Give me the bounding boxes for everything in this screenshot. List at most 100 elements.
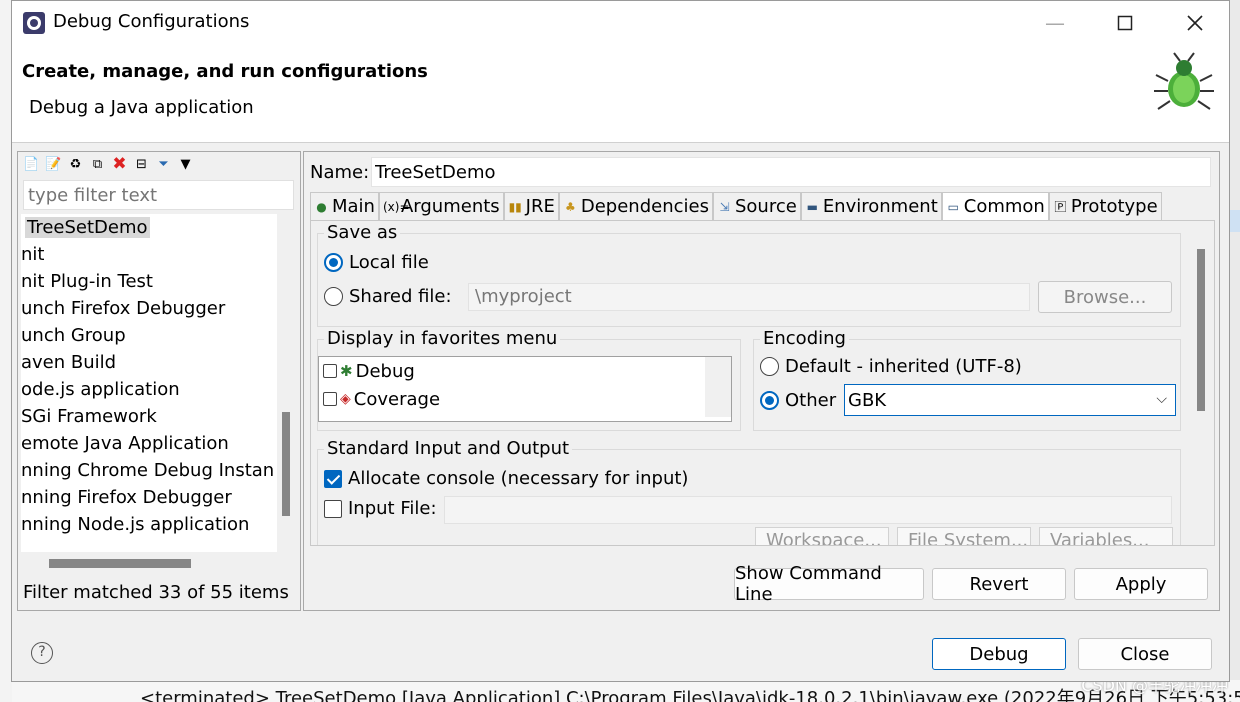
window-title: Debug Configurations (53, 11, 250, 32)
stdio-title: Standard Input and Output (324, 438, 573, 459)
console-terminated-line: <terminated> TreeSetDemo [Java Applicati… (140, 688, 1240, 702)
config-name-input[interactable] (371, 157, 1211, 187)
tree-item[interactable]: emote Java Application (21, 430, 277, 457)
workspace-button-cut[interactable]: Workspace... (755, 527, 889, 545)
favorite-coverage-checkbox[interactable] (323, 392, 337, 406)
encoding-group: Encoding Default - inherited (UTF-8) Oth… (753, 328, 1181, 431)
close-icon[interactable] (1172, 7, 1218, 39)
encoding-default-radio[interactable]: Default - inherited (UTF-8) (760, 356, 1022, 377)
encoding-select[interactable]: GBK ⌵ (844, 384, 1176, 416)
tab-arguments[interactable]: (x)= Arguments (378, 192, 504, 220)
encoding-other-radio-dot[interactable] (760, 391, 779, 410)
apply-button[interactable]: Apply (1074, 568, 1208, 600)
encoding-other-radio[interactable]: Other (760, 390, 836, 411)
launch-config-tree-panel: 📄 📝 ♻ ⧉ ✖ ⊟ ⏷ ▼ TreeSetDemo nit nit Plug… (17, 151, 301, 611)
tree-item[interactable]: nning Chrome Debug Instan (21, 457, 277, 484)
collapse-all-icon[interactable]: ⊟ (132, 155, 151, 173)
favorites-title: Display in favorites menu (324, 328, 561, 349)
help-icon[interactable]: ? (31, 642, 53, 664)
shared-file-path: \myproject (468, 283, 1030, 311)
favorites-scrollbar[interactable] (705, 357, 731, 417)
filter-icon[interactable]: ⏷ (154, 155, 173, 173)
new-prototype-icon[interactable]: 📝 (44, 155, 63, 173)
input-file-label: Input File: (348, 498, 437, 519)
tree-item-treesetdemo[interactable]: TreeSetDemo (21, 214, 277, 241)
jre-icon: ▮▮ (508, 199, 522, 214)
variables-button-cut[interactable]: Variables... (1039, 527, 1173, 545)
favorites-list: ✱ Debug ◈ Coverage (318, 356, 732, 422)
common-icon: ▭ (947, 199, 959, 214)
tree-item[interactable]: unch Group (21, 322, 277, 349)
encoding-other-label: Other (785, 390, 837, 411)
local-file-radio-dot[interactable] (324, 253, 343, 272)
local-file-radio[interactable]: Local file (324, 252, 429, 273)
maximize-icon[interactable] (1102, 7, 1148, 39)
tree-item[interactable]: ode.js application (21, 376, 277, 403)
browse-button[interactable]: Browse... (1038, 281, 1172, 313)
source-icon: ⇲ (719, 199, 730, 214)
encoding-select-value: GBK (848, 389, 887, 411)
dependencies-icon: ♣ (564, 199, 576, 214)
tree-item[interactable]: aven Build (21, 349, 277, 376)
file-system-button-cut[interactable]: File System... (897, 527, 1031, 545)
save-as-group: Save as Local file Shared file: \myproje… (317, 222, 1181, 327)
tab-main[interactable]: ● Main (310, 192, 379, 220)
favorite-debug-label: Debug (355, 360, 415, 382)
dialog-header: Create, manage, and run configurations D… (12, 45, 1229, 143)
coverage-icon: ◈ (340, 391, 351, 407)
export-icon[interactable]: ♻ (66, 155, 85, 173)
favorite-coverage[interactable]: ◈ Coverage (319, 385, 731, 413)
new-config-icon[interactable]: 📄 (22, 155, 41, 173)
tree-item[interactable]: nning Node.js application (21, 511, 277, 538)
tab-prototype[interactable]: 🄿 Prototype (1048, 192, 1162, 220)
save-as-title: Save as (324, 222, 401, 243)
favorite-debug[interactable]: ✱ Debug (319, 357, 731, 385)
filter-status: Filter matched 33 of 55 items (23, 582, 289, 603)
debug-button[interactable]: Debug (932, 638, 1066, 670)
tree-item[interactable]: nit Plug-in Test (21, 268, 277, 295)
duplicate-icon[interactable]: ⧉ (88, 155, 107, 173)
tree-item[interactable]: unch Firefox Debugger (21, 295, 277, 322)
local-file-label: Local file (349, 252, 429, 273)
debug-bug-small-icon: ✱ (340, 362, 353, 380)
shared-file-radio[interactable]: Shared file: (324, 286, 452, 307)
tab-dependencies[interactable]: ♣ Dependencies (558, 192, 713, 220)
tab-jre[interactable]: ▮▮ JRE (503, 192, 559, 220)
header-subtitle: Debug a Java application (29, 97, 254, 118)
favorite-debug-checkbox[interactable] (323, 364, 337, 378)
revert-button[interactable]: Revert (932, 568, 1066, 600)
tree-item[interactable]: SGi Framework (21, 403, 277, 430)
allocate-console-checkbox[interactable] (324, 469, 342, 488)
view-menu-icon[interactable]: ▼ (176, 155, 195, 173)
tree-horizontal-scrollbar[interactable] (21, 554, 295, 574)
config-tabs: ● Main (x)= Arguments ▮▮ JRE ♣ Dependencies … (310, 192, 1215, 220)
tab-environment[interactable]: ▬ Environment (800, 192, 942, 220)
allocate-console-checkbox-row[interactable]: Allocate console (necessary for input) (324, 468, 688, 489)
tree-item[interactable]: nning Firefox Debugger (21, 484, 277, 511)
tab-source[interactable]: ⇲ Source (712, 192, 801, 220)
shared-file-radio-dot[interactable] (324, 287, 343, 306)
tab-vertical-scrollbar[interactable] (1195, 245, 1207, 545)
prototype-icon: 🄿 (1054, 200, 1067, 214)
name-label: Name: (310, 162, 370, 183)
encoding-default-radio-dot[interactable] (760, 357, 779, 376)
background-editor-right (1229, 0, 1240, 702)
minimize-icon[interactable]: — (1032, 7, 1078, 39)
shared-file-label: Shared file: (349, 286, 452, 307)
delete-icon[interactable]: ✖ (110, 154, 129, 174)
tree-vertical-scrollbar[interactable] (277, 214, 295, 552)
tab-common[interactable]: ▭ Common (941, 192, 1049, 220)
show-command-line-button[interactable]: Show Command Line (734, 563, 924, 605)
input-file-path (444, 496, 1172, 524)
allocate-console-label: Allocate console (necessary for input) (348, 468, 689, 489)
config-tree: TreeSetDemo nit nit Plug-in Test unch Fi… (21, 214, 277, 552)
main-icon: ● (316, 199, 327, 214)
input-file-checkbox-row[interactable]: Input File: (324, 498, 437, 519)
tree-item[interactable]: nit (21, 241, 277, 268)
favorite-coverage-label: Coverage (353, 388, 441, 410)
close-button[interactable]: Close (1078, 638, 1212, 670)
config-editor-panel: Name: ●Main (x)=Arguments ▮▮JRE ♣Depende… (303, 151, 1220, 611)
eclipse-icon (23, 12, 45, 34)
filter-input[interactable] (23, 180, 294, 210)
input-file-checkbox[interactable] (324, 499, 342, 518)
